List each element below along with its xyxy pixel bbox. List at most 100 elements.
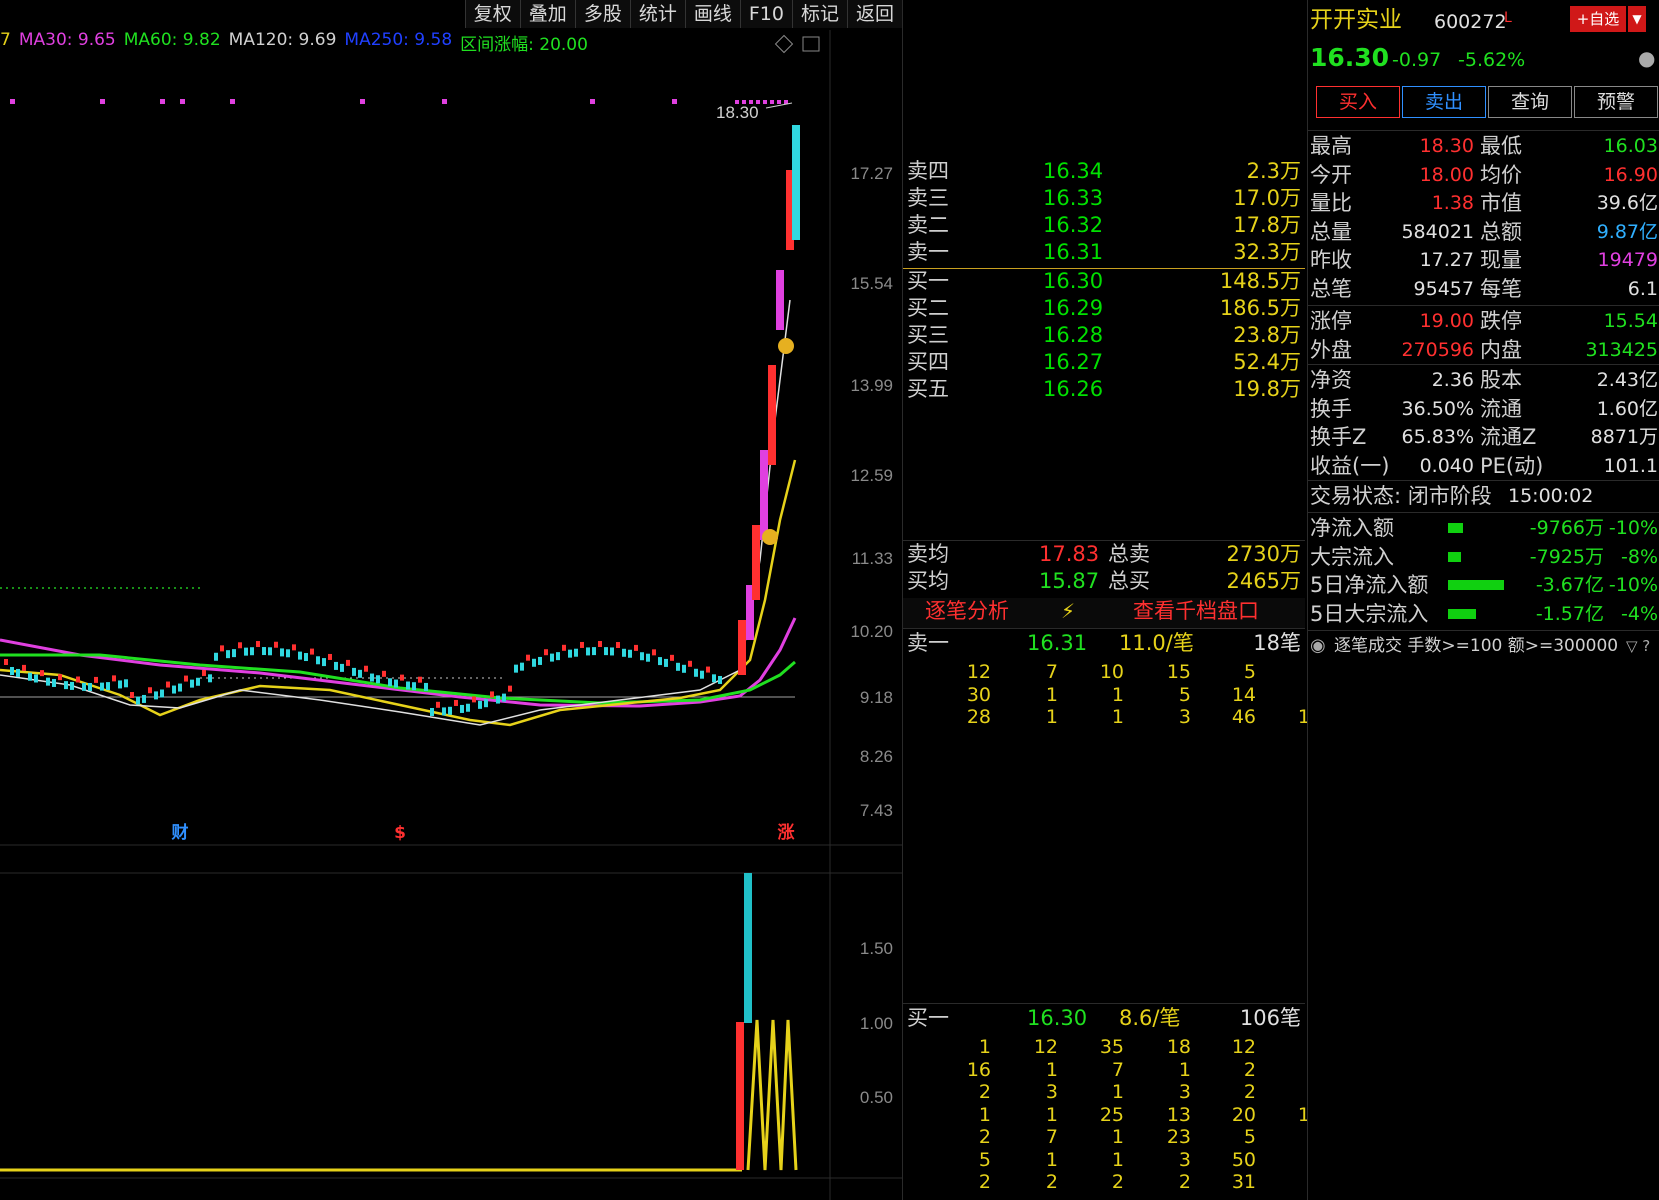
queue-cell: 12 [1033,1036,1058,1058]
stat-label: 外盘 [1310,337,1352,362]
candle [556,652,560,661]
candle [400,674,404,681]
toolbar-button-3[interactable]: 统计 [629,0,685,28]
toolbar-button-0[interactable]: 复权 [464,0,520,28]
candle [454,699,458,706]
check-circle-icon[interactable]: ◉ [1310,632,1326,660]
queue-row: 281134615 [903,706,1322,728]
alert-button[interactable]: 预警 [1574,86,1658,118]
add-watchlist-button[interactable]: +自选 [1570,6,1626,32]
order-book: 卖四 16.34 2.3万 卖三 16.33 17.0万 卖二 16.32 17.8… [902,0,1322,1200]
level-label: 卖二 [907,213,949,237]
ask-row[interactable]: 卖四 16.34 2.3万 [903,158,1305,185]
candle [208,674,212,683]
buy1-price: 16.30 [1027,1006,1088,1030]
queue-cell: 25 [1099,1103,1124,1126]
coin-icon [762,529,778,545]
toolbar-button-7[interactable]: 返回 [846,0,902,28]
queue-cell: 7 [1045,1126,1058,1148]
level-price: 16.29 [1043,296,1104,320]
stat-value: 18.30 [1419,135,1474,157]
filter-icon[interactable]: ▽ ? [1626,632,1650,660]
bell-icon[interactable]: ● [1638,44,1655,72]
candle [46,677,50,686]
level-volume: 17.0万 [1233,186,1301,210]
level-volume: 186.5万 [1219,296,1301,320]
candle [490,691,494,698]
toolbar-button-4[interactable]: 画线 [684,0,740,28]
volume-indicator-line [746,1019,798,1171]
candle [88,682,92,691]
candle [586,647,590,656]
query-button[interactable]: 查询 [1488,86,1572,118]
kline-chart[interactable]: 17.27 15.54 13.99 12.59 11.33 10.20 9.18 8.26 7.… [0,0,902,1200]
candle [226,650,230,659]
total-sell-label: 总卖 [1108,542,1150,566]
sell1-price: 16.31 [1027,631,1088,655]
sell-button[interactable]: 卖出 [1402,86,1486,118]
bid-row[interactable]: 买五 16.26 19.8万 [903,376,1305,403]
level-price: 16.33 [1043,186,1104,210]
candle [142,694,146,703]
level-label: 买三 [907,323,949,347]
bid-row[interactable]: 买四 16.27 52.4万 [903,349,1305,376]
candle [196,677,200,686]
candle [340,663,344,672]
volume-tick-label: 0.50 [860,1088,893,1107]
candle [292,644,296,651]
stat-value: 1.38 [1431,192,1474,214]
flow-value: -1.57亿 [1535,602,1604,625]
queue-cell: 2 [1111,1171,1124,1193]
level-price: 16.34 [1043,159,1104,183]
ma-legend-item: MA120: 9.69 [228,30,337,50]
chart-panel[interactable]: 17.27 15.54 13.99 12.59 11.33 10.20 9.18 8.26 7.… [0,0,902,1200]
candle [34,674,38,683]
candle [274,641,278,648]
stat-label: 量比 [1310,191,1352,215]
buy-button[interactable]: 买入 [1316,86,1400,118]
toolbar-button-1[interactable]: 叠加 [519,0,575,28]
event-marker: $ [394,823,406,843]
toolbar-button-6[interactable]: 标记 [791,0,847,28]
candle [124,679,128,688]
stat-label: 最高 [1310,134,1352,158]
levels-link[interactable]: 查看千档盘口 [1133,598,1259,625]
volume-bar [744,873,752,1023]
candle [76,676,80,683]
stat-value: 16.90 [1603,163,1658,186]
queue-cell: 35 [1099,1036,1124,1058]
queue-cell: 2 [1243,1081,1256,1103]
queue-cell: 2 [978,1171,991,1193]
divider [1308,364,1659,365]
stat-value: 39.6亿 [1596,192,1658,214]
signal-dot [230,99,235,104]
total-buy-label: 总买 [1108,569,1150,593]
bid-row[interactable]: 买二 16.29 186.5万 [903,295,1305,322]
bid-row[interactable]: 买三 16.28 23.8万 [903,322,1305,349]
flow-pct: -10% [1608,574,1658,596]
candle [22,664,26,671]
candle [466,703,470,712]
tick-filter-label[interactable]: 逐笔成交 手数>=100 额>=300000 [1334,632,1618,660]
queue-cell: 3 [1178,1081,1191,1103]
candle [304,653,308,662]
bid-row[interactable]: 买一 16.30 148.5万 [903,268,1305,295]
flow-value: -9766万 [1529,517,1604,539]
ask-row[interactable]: 卖三 16.33 17.0万 [903,185,1305,212]
queue-cell: 16 [966,1058,991,1081]
ask-row[interactable]: 卖一 16.31 32.3万 [903,239,1305,266]
candle [202,669,206,676]
stat-label: 收益(一) [1310,453,1390,478]
queue-row: 5113506 [903,1149,1322,1171]
tick-analysis-link[interactable]: 逐笔分析 [925,598,1009,625]
toolbar-button-5[interactable]: F10 [739,0,792,28]
toolbar-button-2[interactable]: 多股 [574,0,630,28]
candle [592,647,596,656]
ask-bid-divider [903,268,1305,269]
stat-value: 19.00 [1419,310,1474,332]
ask-row[interactable]: 卖二 16.32 17.8万 [903,212,1305,239]
sell1-per: 11.0/笔 [1119,631,1194,655]
volume-tick-label: 1.00 [860,1014,893,1033]
chevron-down-icon[interactable]: ▼ [1628,6,1646,32]
candle [738,620,746,675]
